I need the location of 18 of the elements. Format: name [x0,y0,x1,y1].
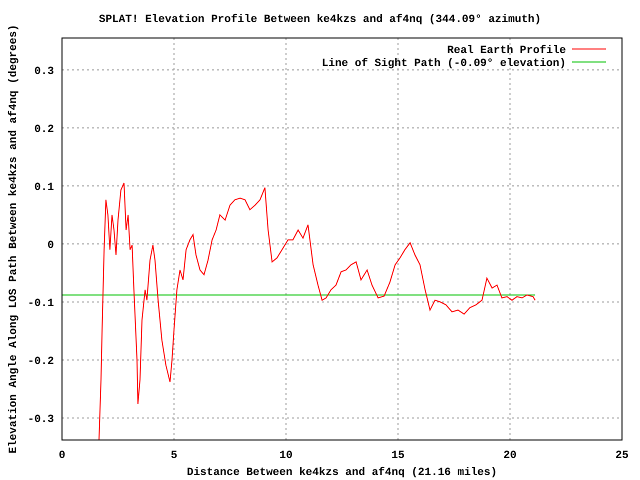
x-tick-label: 15 [391,450,405,462]
x-tick-label: 25 [615,450,629,462]
y-tick-label: 0.3 [34,66,54,78]
y-tick-label: -0.3 [28,414,54,426]
y-tick-label: -0.1 [28,298,54,310]
x-tick-label: 0 [58,450,66,462]
legend-label: Real Earth Profile [447,45,566,57]
y-tick-label: 0.2 [34,124,54,136]
y-tick-label: 0 [47,240,54,252]
x-tick-label: 20 [503,450,517,462]
legend-label: Line of Sight Path (-0.09° elevation) [322,58,566,70]
y-axis-label: Elevation Angle Along LOS Path Between ke4kzs and af4nq (degrees) [8,24,20,454]
x-tick-label: 5 [170,450,178,462]
y-tick-label: -0.2 [28,356,54,368]
x-tick-label: 10 [279,450,293,462]
chart-title: SPLAT! Elevation Profile Between ke4kzs and af4nq (344.09° azimuth) [98,14,542,26]
x-axis-label: Distance Between ke4kzs and af4nq (21.16 miles) [186,467,498,479]
y-tick-label: 0.1 [34,182,54,194]
